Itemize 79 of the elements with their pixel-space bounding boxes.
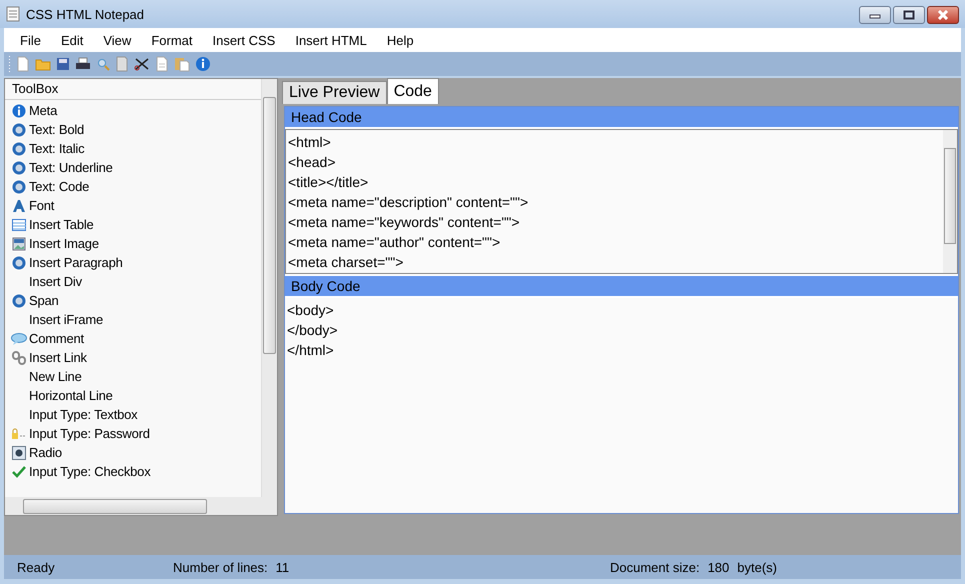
toolbox-item[interactable]: Text: Underline [5,158,261,177]
menu-item[interactable]: Format [141,32,202,48]
toolbox-item[interactable]: Text: Code [5,177,261,196]
toolbox-item[interactable]: Input Type: Textbox [5,405,261,424]
toolbox-item[interactable]: New Line [5,367,261,386]
radio-button-icon [12,446,26,460]
section-header: Head Code [285,107,958,127]
toolbox-item[interactable]: Text: Bold [5,120,261,139]
section-header: Body Code [285,276,958,296]
code-line: </body> [287,321,339,340]
document-icon[interactable] [115,56,129,72]
code-line: <title></title> [288,173,370,192]
copy-icon[interactable] [155,56,169,72]
toolbox-item[interactable]: Text: Italic [5,139,261,158]
code-line: <meta charset=""> [288,253,404,272]
toolbox-item[interactable]: Meta [5,101,261,120]
new-file-icon[interactable] [16,56,30,72]
code-line: <meta name="keywords" content=""> [288,213,521,232]
menu-item[interactable]: Insert CSS [202,32,286,48]
toolbox-item[interactable]: Comment [5,329,261,348]
line-count-label: Number of lines: [173,560,268,574]
code-line: </html> [287,341,335,360]
status-text: Ready [17,560,56,574]
paste-icon[interactable] [174,56,190,72]
info-icon [12,104,26,118]
maximize-icon [903,10,915,20]
vertical-scrollbar[interactable] [261,79,277,497]
image-icon [12,236,26,250]
code-line: <html> [288,133,332,152]
code-line: <body> [287,301,335,320]
info-icon[interactable] [195,56,211,72]
close-button[interactable] [927,6,959,24]
table-icon [12,218,26,232]
toolbox-item[interactable]: Insert Paragraph [5,253,261,272]
toolbox-item[interactable]: Insert Image [5,234,261,253]
chain-link-icon [12,350,26,364]
maximize-button[interactable] [893,6,925,24]
toolbox-item[interactable]: Insert Link [5,348,261,367]
toolbox-item[interactable]: Insert Table [5,215,261,234]
toolbox-item[interactable]: Input Type: Password [5,424,261,443]
toolbox-header: ToolBox [5,79,261,100]
menu-item[interactable]: File [10,32,51,48]
code-line: <meta name="author" content=""> [288,233,502,252]
toolbox-item[interactable]: Input Type: Checkbox [5,462,261,481]
vertical-scrollbar[interactable] [943,130,957,273]
document-size-value: 180 [708,560,730,574]
menu-item[interactable]: Insert HTML [285,32,377,48]
close-icon [936,10,950,20]
tab[interactable]: Code [386,78,439,104]
minimize-button[interactable] [859,6,891,24]
print-icon[interactable] [75,57,91,71]
notepad-icon [6,6,20,22]
line-count-value: 11 [276,560,290,574]
speech-bubble-icon [11,332,27,346]
toolbox-item[interactable]: Font [5,196,261,215]
menu-item[interactable]: Edit [50,32,94,48]
lock-icon [11,426,27,440]
window-title: CSS HTML Notepad [26,6,144,22]
checkmark-icon [12,466,26,478]
document-size-label: Document size: [610,560,700,574]
toolbox-item[interactable]: Horizontal Line [5,386,261,405]
save-icon[interactable] [56,57,70,71]
menu-item[interactable]: Help [376,32,424,48]
toolbox-item[interactable]: Insert iFrame [5,310,261,329]
code-editor[interactable]: <body> </body> </html> [285,298,958,513]
toolbar-grip [8,55,11,73]
document-size-unit: byte(s) [737,560,777,574]
tab[interactable]: Live Preview [282,81,387,104]
letter-a-icon [12,198,26,212]
code-editor[interactable]: <html> <head> <title></title> <meta name="description" content=""> <meta name="keywords" content=""> <meta name="author" content=""> <meta charset=""> [285,129,958,274]
horizontal-scrollbar[interactable] [5,497,277,515]
code-line: <meta name="description" content=""> [288,193,530,212]
toolbox-item[interactable]: Radio [5,443,261,462]
code-line: <head> [288,153,336,172]
folder-icon[interactable] [35,57,51,71]
toolbox-item[interactable]: Span [5,291,261,310]
search-icon[interactable] [96,57,110,71]
menu-item[interactable]: View [93,32,142,48]
toolbox-item[interactable]: Insert Div [5,272,261,291]
